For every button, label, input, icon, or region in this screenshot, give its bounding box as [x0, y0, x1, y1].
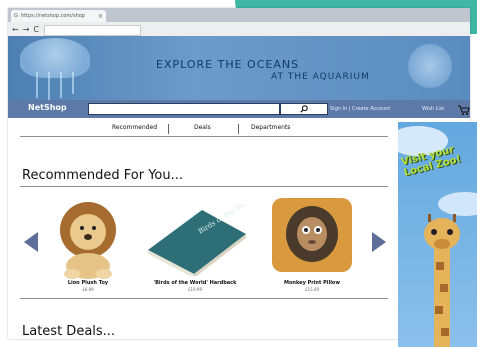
browser-window: G https://netshop.com/shop × ← → C EXPLO… [8, 8, 477, 347]
cloud [438, 192, 477, 216]
lion-plush-image[interactable] [52, 196, 124, 280]
zoo-advertisement[interactable]: Visit your Local Zoo! [398, 122, 477, 347]
product-price: £19.99 [188, 287, 202, 292]
deals-title: Latest Deals... [22, 324, 116, 339]
section-divider [20, 298, 388, 299]
product-price: £15.00 [305, 287, 319, 292]
book-image[interactable]: Birds of the World [140, 204, 250, 276]
menu-divider [20, 136, 388, 137]
tab-title: https://netshop.com/shop [20, 13, 85, 19]
back-icon[interactable]: ← [12, 25, 19, 34]
giraffe-image [424, 214, 460, 347]
close-tab-icon[interactable]: × [98, 13, 103, 20]
aquarium-banner[interactable]: EXPLORE THE OCEANS AT THE AQUARIUM [8, 36, 470, 100]
tab-strip: G https://netshop.com/shop × [8, 8, 470, 22]
menu-departments[interactable]: Departments [251, 124, 290, 131]
account-links[interactable]: Sign In | Create Account [330, 106, 390, 112]
reload-icon[interactable]: C [33, 25, 39, 34]
site-logo[interactable]: NetShop [28, 103, 67, 112]
product-price: £6.99 [82, 287, 94, 292]
carousel-next-icon[interactable] [372, 232, 386, 252]
magnifier-icon [300, 105, 308, 113]
address-row: ← → C [8, 22, 470, 36]
forward-icon[interactable]: → [23, 25, 30, 34]
search-button[interactable] [280, 103, 328, 115]
recommended-title: Recommended For You... [22, 168, 183, 183]
menu-recommended[interactable]: Recommended [112, 124, 157, 131]
menu-deals[interactable]: Deals [194, 124, 211, 131]
section-divider [20, 186, 388, 187]
search-input[interactable] [88, 103, 280, 115]
cart-icon[interactable] [458, 105, 470, 117]
banner-subheadline: AT THE AQUARIUM [271, 72, 370, 82]
address-bar[interactable] [44, 25, 141, 36]
site-header: NetShop Sign In | Create Account Wish Li… [8, 100, 470, 118]
favicon-icon: G [14, 13, 18, 19]
browser-tab[interactable]: G https://netshop.com/shop × [11, 10, 106, 22]
wish-list-link[interactable]: Wish List [422, 106, 444, 112]
jellyfish-image-right [408, 44, 452, 88]
monkey-pillow-image[interactable] [266, 194, 358, 280]
jellyfish-image [20, 38, 90, 78]
product-name[interactable]: 'Birds of the World' Hardback [140, 280, 250, 286]
product-name[interactable]: Monkey Print Pillow [262, 280, 362, 286]
banner-headline: EXPLORE THE OCEANS [156, 58, 300, 71]
product-name[interactable]: Lion Plush Toy [42, 280, 134, 286]
carousel-prev-icon[interactable] [24, 232, 38, 252]
